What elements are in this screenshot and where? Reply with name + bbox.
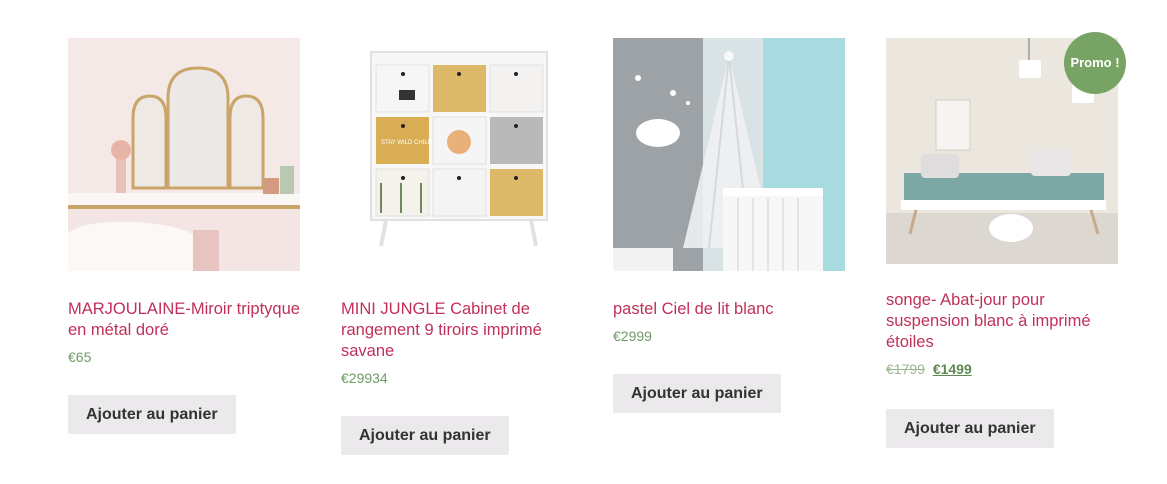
add-to-cart-button[interactable]: Ajouter au panier: [341, 416, 509, 455]
canopy-photo: [613, 38, 845, 271]
product-image-cabinet[interactable]: STAY WILD CHILD: [341, 38, 573, 271]
product-price: €29934: [341, 370, 388, 386]
product-title[interactable]: MARJOULAINE-Miroir triptyque en métal do…: [68, 299, 301, 341]
cabinet-photo: STAY WILD CHILD: [341, 38, 573, 271]
add-to-cart-button[interactable]: Ajouter au panier: [613, 374, 781, 413]
product-card: STAY WILD CHILD MINI JUNGLE Cabinet de r…: [341, 38, 574, 386]
add-to-cart-button[interactable]: Ajouter au panier: [886, 409, 1054, 448]
product-price: €65: [68, 349, 92, 365]
mirror-photo: [68, 38, 300, 271]
product-card: MARJOULAINE-Miroir triptyque en métal do…: [68, 38, 301, 365]
old-price: €1799: [886, 361, 925, 377]
product-title[interactable]: MINI JUNGLE Cabinet de rangement 9 tiroi…: [341, 299, 574, 362]
product-price: €1799 €1499: [886, 361, 1119, 377]
add-to-cart-button[interactable]: Ajouter au panier: [68, 395, 236, 434]
product-card: Promo ! songe- Abat-jour pour suspension…: [886, 32, 1126, 377]
promo-badge: Promo !: [1064, 32, 1126, 94]
product-card: pastel Ciel de lit blanc €2999: [613, 38, 846, 344]
sale-price: €1499: [932, 361, 972, 377]
product-image-mirror[interactable]: [68, 38, 300, 271]
product-title[interactable]: songe- Abat-jour pour suspension blanc à…: [886, 290, 1119, 353]
product-title[interactable]: pastel Ciel de lit blanc: [613, 299, 846, 320]
product-price: €2999: [613, 328, 652, 344]
product-image-lampshade[interactable]: Promo !: [886, 32, 1126, 264]
product-image-canopy[interactable]: [613, 38, 845, 271]
cabinet-print-text: STAY WILD CHILD: [381, 140, 433, 146]
